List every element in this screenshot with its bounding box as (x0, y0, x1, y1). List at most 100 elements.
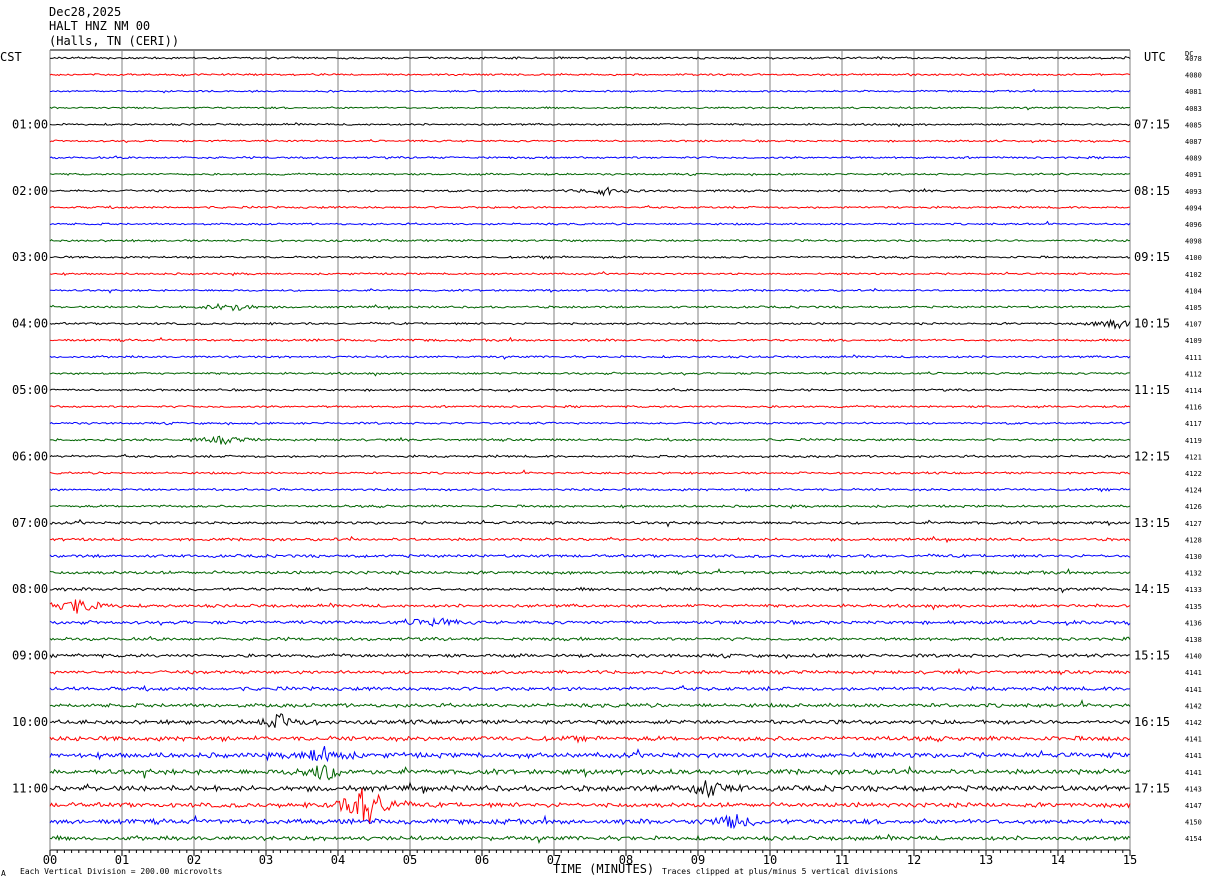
x-tick-label: 03 (259, 853, 273, 867)
cst-hour-label: 08:00 (12, 582, 48, 596)
trace-line (49, 172, 1131, 177)
utc-hour-label: 17:15 (1134, 781, 1170, 795)
x-tick-label: 05 (403, 853, 417, 867)
trace-line (49, 567, 1131, 576)
utc-hour-label: 10:15 (1134, 317, 1170, 331)
utc-hour-label: 15:15 (1134, 649, 1170, 663)
utc-hour-label: 11:15 (1134, 383, 1170, 397)
corner-mark: A (1, 869, 6, 878)
dc-offset-label: 4083 (1185, 105, 1202, 113)
dc-offset-label: 4127 (1185, 520, 1202, 528)
trace-line (49, 453, 1131, 459)
utc-hour-label: 16:15 (1134, 715, 1170, 729)
trace-line (49, 106, 1131, 111)
x-tick-label: 11 (835, 853, 849, 867)
seismogram-plot: 00 01 02 03 04 05 06 07 08 09 10 11 12 13 14 1540784080… (12, 49, 1202, 867)
trace-line (49, 788, 1131, 825)
dc-offset-label: 4111 (1185, 354, 1202, 362)
trace-line (49, 504, 1131, 510)
dc-offset-label: 4150 (1185, 819, 1202, 827)
dc-offset-label: 4124 (1185, 487, 1202, 495)
dc-offset-label: 4096 (1185, 221, 1202, 229)
trace-line (49, 336, 1131, 343)
trace-line (49, 667, 1131, 676)
trace-line (49, 138, 1131, 144)
trace-line (49, 404, 1131, 409)
dc-offset-label: 4128 (1185, 536, 1202, 544)
dc-offset-label: 4142 (1185, 702, 1202, 710)
x-tick-label: 12 (907, 853, 921, 867)
cst-hour-label: 09:00 (12, 649, 48, 663)
utc-hour-label: 12:15 (1134, 449, 1170, 463)
trace-line (49, 684, 1131, 692)
trace-line (49, 371, 1130, 377)
dc-offset-label: 4138 (1185, 636, 1202, 644)
dc-offset-label: 4122 (1185, 470, 1202, 478)
trace-line (49, 354, 1131, 360)
x-tick-label: 14 (1051, 853, 1065, 867)
trace-line (49, 780, 1131, 799)
trace-line (49, 155, 1131, 160)
dc-offset-label: 4093 (1185, 188, 1202, 196)
utc-hour-label: 14:15 (1134, 582, 1170, 596)
trace-line (50, 287, 1131, 294)
dc-offset-label: 4089 (1185, 155, 1202, 163)
utc-hour-label: 13:15 (1134, 516, 1170, 530)
cst-hour-label: 07:00 (12, 516, 48, 530)
dc-offset-label: 4114 (1185, 387, 1202, 395)
dc-offset-label: 4080 (1185, 72, 1202, 80)
x-tick-label: 13 (979, 853, 993, 867)
cst-hour-label: 11:00 (12, 781, 48, 795)
trace-line (49, 238, 1131, 243)
x-tick-label: 01 (115, 853, 129, 867)
x-tick-label: 02 (187, 853, 201, 867)
x-tick-label: 09 (691, 853, 705, 867)
trace-line (49, 387, 1131, 393)
trace-line (49, 270, 1131, 277)
dc-offset-label: 4126 (1185, 503, 1202, 511)
dc-offset-label: 4142 (1185, 719, 1202, 727)
dc-offset-label: 4107 (1185, 321, 1202, 329)
dc-offset-label: 4140 (1185, 653, 1202, 661)
trace-line (49, 553, 1131, 559)
cst-hour-label: 05:00 (12, 383, 48, 397)
dc-offset-label: 4087 (1185, 138, 1202, 146)
dc-offset-label: 4143 (1185, 785, 1202, 793)
dc-offset-label: 4132 (1185, 570, 1202, 578)
dc-offset-label: 4133 (1185, 586, 1202, 594)
trace-line (49, 616, 1131, 628)
trace-line (49, 586, 1131, 594)
dc-offset-label: 4085 (1185, 121, 1202, 129)
trace-line (49, 302, 1131, 312)
dc-offset-label: 4100 (1185, 254, 1202, 262)
dc-offset-label: 4136 (1185, 619, 1202, 627)
dc-offset-label: 4112 (1185, 370, 1202, 378)
trace-line (49, 698, 1131, 709)
trace-line (49, 469, 1131, 475)
utc-hour-label: 08:15 (1134, 184, 1170, 198)
trace-line (49, 518, 1131, 528)
x-tick-label: 04 (331, 853, 345, 867)
scale-note: Each Vertical Division = 200.00 microvol… (20, 867, 223, 876)
dc-offset-label: 4141 (1185, 686, 1202, 694)
trace-line (49, 746, 1131, 763)
cst-hour-label: 10:00 (12, 715, 48, 729)
x-tick-label: 10 (763, 853, 777, 867)
trace-line (49, 487, 1131, 493)
dc-offset-label: 4130 (1185, 553, 1202, 561)
trace-line (49, 255, 1131, 260)
dc-offset-label: 4094 (1185, 204, 1202, 212)
dc-offset-label: 4091 (1185, 171, 1202, 179)
trace-line (49, 435, 1131, 446)
dc-offset-label: 4141 (1185, 769, 1202, 777)
trace-line (49, 833, 1131, 844)
trace-line (49, 318, 1131, 330)
cst-hour-label: 01:00 (12, 117, 48, 131)
trace-line (49, 72, 1131, 78)
dc-offset-label: 4104 (1185, 287, 1202, 295)
dc-offset-label: 4117 (1185, 420, 1202, 428)
dc-offset-label: 4147 (1185, 802, 1202, 810)
trace-line (49, 535, 1131, 544)
dc-offset-label: 4105 (1185, 304, 1202, 312)
dc-offset-label: 4078 (1185, 55, 1202, 63)
